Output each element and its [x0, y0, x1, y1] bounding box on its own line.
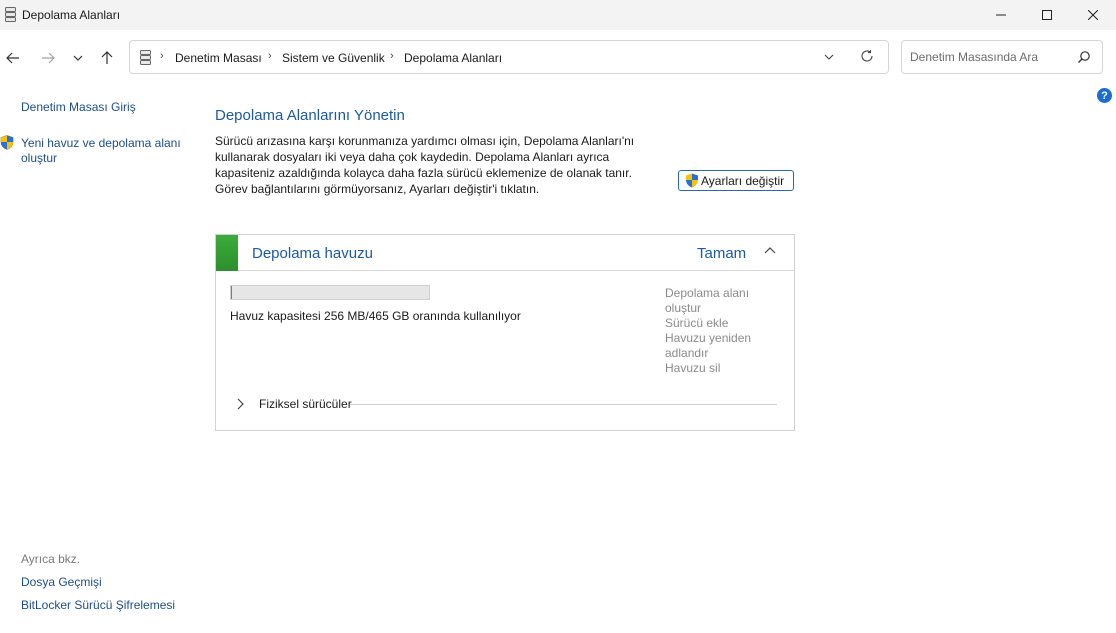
pool-usage-bar — [230, 285, 430, 300]
physical-drives-label: Fiziksel sürücüler — [259, 397, 352, 411]
change-settings-label: Ayarları değiştir — [701, 173, 785, 188]
breadcrumb-storage-spaces[interactable]: Depolama Alanları — [404, 51, 502, 65]
pool-status: Tamam — [697, 245, 747, 262]
left-pane: Denetim Masası Giriş Yeni havuz ve depol… — [0, 86, 200, 633]
delete-pool-link[interactable]: Havuzu sil — [665, 361, 785, 376]
arrow-left-icon — [6, 52, 19, 64]
storage-spaces-icon — [140, 50, 151, 65]
page-title: Depolama Alanlarını Yönetin — [215, 107, 405, 124]
maximize-icon — [1042, 10, 1052, 20]
recent-locations-button[interactable] — [66, 46, 90, 70]
add-drive-link[interactable]: Sürücü ekle — [665, 316, 785, 331]
close-icon — [1088, 10, 1098, 20]
search-box[interactable] — [901, 40, 1103, 74]
minimize-button[interactable] — [978, 0, 1024, 30]
pool-usage-text: Havuz kapasitesi 256 MB/465 GB oranında … — [230, 309, 521, 323]
breadcrumb-separator-icon[interactable]: › — [160, 50, 164, 62]
uac-shield-icon — [686, 173, 698, 188]
see-also-heading: Ayrıca bkz. — [21, 552, 81, 566]
uac-shield-icon — [0, 135, 14, 150]
close-button[interactable] — [1070, 0, 1116, 30]
pool-actions: Depolama alanı oluştur Sürücü ekle Havuz… — [665, 286, 785, 376]
page-description: Sürücü arızasına karşı korunmanıza yardı… — [215, 134, 635, 196]
bitlocker-link[interactable]: BitLocker Sürücü Şifrelemesi — [21, 598, 175, 613]
forward-button[interactable] — [36, 46, 60, 70]
search-input[interactable] — [910, 49, 1070, 65]
divider — [350, 404, 777, 405]
address-bar[interactable]: › Denetim Masası › Sistem ve Güvenlik › … — [129, 40, 889, 74]
chevron-right-icon — [237, 398, 244, 410]
breadcrumb-separator-icon[interactable]: › — [390, 50, 394, 62]
minimize-icon — [996, 14, 1006, 16]
back-button[interactable] — [1, 46, 25, 70]
storage-spaces-icon — [5, 7, 16, 22]
create-storage-space-link[interactable]: Depolama alanı oluştur — [665, 286, 785, 316]
chevron-up-icon[interactable] — [764, 246, 776, 256]
arrow-up-icon — [101, 51, 113, 64]
breadcrumb-control-panel[interactable]: Denetim Masası — [175, 51, 262, 65]
breadcrumb-separator-icon[interactable]: › — [268, 50, 272, 62]
storage-pool-panel: Depolama havuzu Tamam Havuz kapasitesi 2… — [215, 234, 795, 431]
navigation-bar: › Denetim Masası › Sistem ve Güvenlik › … — [0, 30, 1116, 86]
refresh-icon[interactable] — [860, 49, 874, 63]
rename-pool-link[interactable]: Havuzu yeniden adlandır — [665, 331, 785, 361]
arrow-right-icon — [42, 52, 55, 64]
search-icon[interactable] — [1077, 50, 1091, 64]
physical-drives-expander[interactable]: Fiziksel sürücüler — [236, 396, 778, 412]
control-panel-home-link[interactable]: Denetim Masası Giriş — [21, 100, 136, 115]
up-button[interactable] — [95, 46, 119, 70]
pool-status-strip — [216, 235, 238, 271]
chevron-down-icon[interactable] — [824, 50, 834, 64]
breadcrumb-system-security[interactable]: Sistem ve Güvenlik — [282, 51, 385, 65]
help-button[interactable]: ? — [1097, 88, 1112, 103]
pool-name: Depolama havuzu — [252, 245, 373, 262]
chevron-down-icon — [73, 55, 83, 61]
maximize-button[interactable] — [1024, 0, 1070, 30]
file-history-link[interactable]: Dosya Geçmişi — [21, 575, 102, 590]
change-settings-button[interactable]: Ayarları değiştir — [678, 170, 794, 191]
window-title: Depolama Alanları — [22, 8, 121, 22]
storage-pool-header[interactable]: Depolama havuzu Tamam — [216, 235, 794, 271]
title-bar: Depolama Alanları — [0, 0, 1116, 30]
new-pool-link[interactable]: Yeni havuz ve depolama alanı oluştur — [21, 136, 191, 166]
